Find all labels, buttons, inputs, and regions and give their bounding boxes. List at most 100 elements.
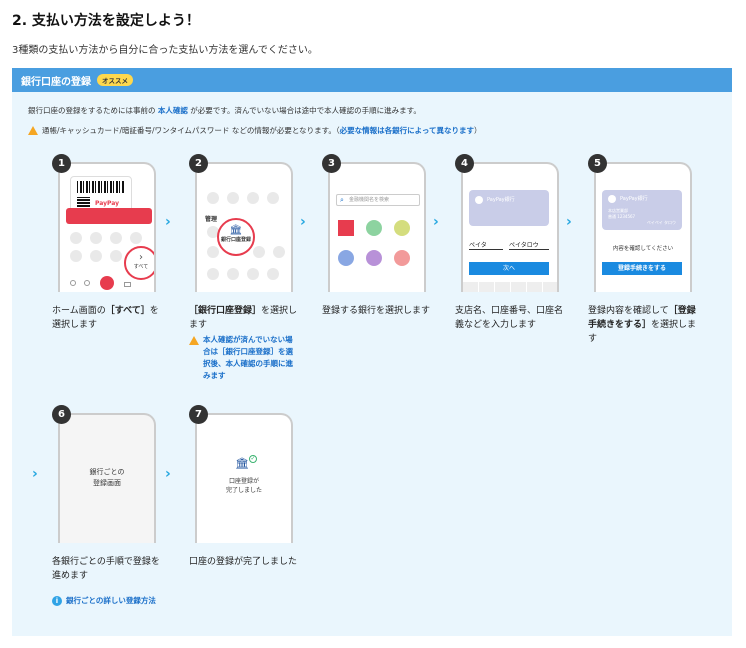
menu-dot	[130, 232, 142, 244]
bank-logo-icon	[475, 196, 483, 204]
card-label: PayPay銀行	[620, 196, 648, 202]
step-caption: 登録する銀行を選択します	[322, 306, 431, 316]
note-text: 銀行口座の登録をするためには事前の	[28, 106, 156, 115]
page-title: 2. 支払い方法を設定しよう！	[12, 13, 200, 29]
step-number: 7	[189, 405, 208, 424]
pay-button	[100, 276, 114, 290]
phone-screen: 管理 🏛 銀行口座登録	[195, 162, 293, 292]
name-field[interactable]: ペイタ	[469, 240, 503, 250]
barcode-icon	[77, 181, 125, 193]
phone-screen: 銀行ごとの 登録画面	[58, 413, 156, 543]
bank-detail-link[interactable]: i 銀行ごとの詳しい登録方法	[52, 595, 156, 606]
arrow-right-icon: ›	[300, 214, 306, 230]
step-caption: ホーム画面の［すべて］を選択します	[52, 306, 159, 330]
menu-dot	[247, 268, 259, 280]
step-number: 1	[52, 154, 71, 173]
bank-card: PayPay銀行 本店営業部 普通 1234567 ペイペイ タロウ	[602, 190, 682, 230]
step-caption: 登録内容を確認して［登録手続きをする］を選択します	[588, 306, 697, 344]
phone-screen: PayPay銀行 本店営業部 普通 1234567 ペイペイ タロウ 内容を確認…	[594, 162, 692, 292]
bank-icon: 🏛	[229, 225, 243, 236]
menu-dot	[273, 246, 285, 258]
phone-screen: 🏛 ✓ 口座登録が 完了しました	[195, 413, 293, 543]
chevron-right-icon: ›	[139, 252, 143, 263]
menu-dot	[70, 250, 82, 262]
name-kana-field[interactable]: ペイタロウ	[509, 240, 549, 250]
card-label: PayPay銀行	[487, 197, 515, 203]
arrow-right-icon: ›	[433, 214, 439, 230]
search-icon: ⌕	[340, 196, 344, 204]
complete-text: 口座登録が 完了しました	[225, 478, 262, 494]
confirm-text: 内容を確認してください	[612, 246, 674, 252]
identity-warning: 本人確認が済んでいない場合は［銀行口座登録］を選択後、本人確認の手順に進みます	[189, 334, 297, 382]
menu-dot	[267, 268, 279, 280]
menu-dot	[90, 232, 102, 244]
menu-dot	[110, 232, 122, 244]
phone-screen: PayPay › すべて	[58, 162, 156, 292]
menu-dot	[90, 250, 102, 262]
step-caption: 各銀行ごとの手順で登録を進めます	[52, 557, 160, 581]
bank-search-input[interactable]: ⌕ 金融機関名を検索	[336, 194, 420, 206]
identity-link[interactable]: 本人確認	[158, 106, 188, 115]
menu-dot	[110, 250, 122, 262]
keyboard	[463, 282, 557, 292]
bank-card: PayPay銀行	[469, 190, 549, 226]
all-button-label: すべて	[133, 264, 149, 270]
bank-register-label: 銀行口座登録	[220, 237, 251, 243]
red-banner	[66, 208, 152, 224]
note-text: ）	[474, 126, 482, 135]
paypay-logo: PayPay	[95, 200, 120, 207]
note-text: 通帳/キャッシュカード/暗証番号/ワンタイムパスワード などの情報が必要となりま…	[42, 126, 340, 135]
bank-logo[interactable]	[366, 250, 382, 266]
menu-dot	[207, 192, 219, 204]
step-number: 5	[588, 154, 607, 173]
arrow-right-icon: ›	[165, 466, 171, 482]
menu-dot	[227, 192, 239, 204]
step-number: 2	[189, 154, 208, 173]
all-button-highlight[interactable]: › すべて	[124, 246, 154, 280]
wallet-icon	[124, 282, 131, 287]
step-caption: 支店名、口座番号、口座名義などを入力します	[455, 306, 564, 330]
card-holder: ペイペイ タロウ	[646, 220, 676, 225]
bank-logo-icon	[608, 195, 616, 203]
location-icon	[84, 280, 90, 286]
card-account: 普通 1234567	[608, 214, 636, 219]
page-description: 3種類の支払い方法から自分に合った支払い方法を選んでください。	[12, 45, 318, 56]
arrow-right-icon: ›	[566, 214, 572, 230]
menu-dot	[247, 192, 259, 204]
menu-dot	[267, 192, 279, 204]
info-icon: i	[52, 595, 62, 606]
bank-logo[interactable]	[366, 220, 382, 236]
required-info-note: 通帳/キャッシュカード/暗証番号/ワンタイムパスワード などの情報が必要となりま…	[28, 125, 482, 136]
bank-logo[interactable]	[394, 250, 410, 266]
bank-account-register-button[interactable]: 🏛 銀行口座登録	[217, 218, 255, 256]
note-text: が必要です。済んでいない場合は途中で本人確認の手順に進みます。	[190, 106, 421, 115]
arrow-right-icon: ›	[165, 214, 171, 230]
warning-icon	[189, 336, 199, 345]
menu-dot	[70, 232, 82, 244]
panel-title: 銀行口座の登録	[21, 76, 91, 88]
identity-note: 銀行口座の登録をするためには事前の 本人確認 が必要です。済んでいない場合は途中…	[28, 105, 421, 116]
next-button[interactable]: 次へ	[469, 262, 549, 275]
menu-dot	[207, 268, 219, 280]
bank-screen-text: 銀行ごとの 登録画面	[89, 468, 125, 487]
menu-dot	[253, 246, 265, 258]
bank-logo-paypay[interactable]	[338, 220, 354, 236]
step-caption: 口座の登録が完了しました	[189, 557, 298, 567]
bank-check-icon: 🏛	[235, 457, 249, 470]
home-icon	[70, 280, 76, 286]
section-label: 管理	[205, 216, 218, 223]
bank-logo[interactable]	[394, 220, 410, 236]
recommend-badge: オススメ	[97, 74, 133, 86]
arrow-right-icon: ›	[32, 466, 38, 482]
menu-dot	[227, 268, 239, 280]
bank-registration-panel: 銀行口座の登録 オススメ 銀行口座の登録をするためには事前の 本人確認 が必要で…	[12, 68, 732, 636]
register-procedure-button[interactable]: 登録手続きをする	[602, 262, 682, 275]
check-icon: ✓	[249, 455, 257, 463]
bank-differs-link: 必要な情報は各銀行によって異なります	[339, 126, 474, 135]
step-number: 3	[322, 154, 341, 173]
bank-logo[interactable]	[338, 250, 354, 266]
step-number: 4	[455, 154, 474, 173]
step-number: 6	[52, 405, 71, 424]
phone-screen: PayPay銀行 ペイタ ペイタロウ 次へ	[461, 162, 559, 292]
menu-dot	[207, 246, 219, 258]
